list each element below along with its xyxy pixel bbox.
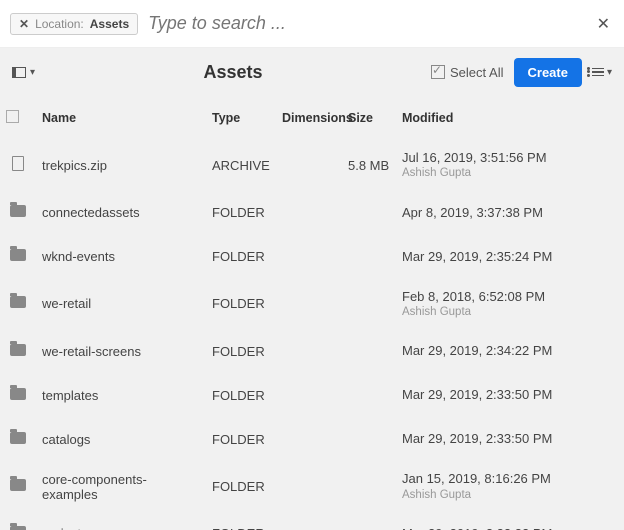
row-dimensions (276, 461, 342, 512)
table-row[interactable]: we-retail-screensFOLDER Mar 29, 2019, 2:3… (0, 329, 624, 373)
row-modified: Mar 29, 2019, 2:33:50 PM (396, 417, 624, 461)
row-size (342, 512, 396, 530)
row-name: trekpics.zip (36, 140, 206, 191)
folder-icon (10, 388, 26, 400)
table-row[interactable]: projectsFOLDER Mar 29, 2019, 2:32:32 PM (0, 512, 624, 530)
row-name: projects (36, 512, 206, 530)
table-header-row: Name Type Dimensions Size Modified (0, 96, 624, 140)
table-row[interactable]: connectedassetsFOLDER Apr 8, 2019, 3:37:3… (0, 191, 624, 235)
chevron-down-icon: ▾ (607, 67, 612, 78)
table-row[interactable]: we-retailFOLDER Feb 8, 2018, 6:52:08 PMAs… (0, 279, 624, 330)
row-dimensions (276, 373, 342, 417)
row-size (342, 235, 396, 279)
row-size: 5.8 MB (342, 140, 396, 191)
row-modified: Mar 29, 2019, 2:34:22 PM (396, 329, 624, 373)
col-name[interactable]: Name (36, 96, 206, 140)
row-type: FOLDER (206, 417, 276, 461)
row-modified: Jul 16, 2019, 3:51:56 PMAshish Gupta (396, 140, 624, 191)
checkbox-icon (431, 65, 445, 79)
location-clear-icon[interactable]: ✕ (19, 17, 29, 31)
row-type: FOLDER (206, 279, 276, 330)
row-modified: Jan 15, 2019, 8:16:26 PMAshish Gupta (396, 461, 624, 512)
row-size (342, 329, 396, 373)
col-type[interactable]: Type (206, 96, 276, 140)
row-type: FOLDER (206, 191, 276, 235)
row-name: connectedassets (36, 191, 206, 235)
row-type: FOLDER (206, 512, 276, 530)
folder-icon (10, 296, 26, 308)
row-dimensions (276, 279, 342, 330)
row-dimensions (276, 329, 342, 373)
row-modified: Mar 29, 2019, 2:35:24 PM (396, 235, 624, 279)
folder-icon (10, 205, 26, 217)
view-switcher-button[interactable]: ▾ (592, 67, 612, 78)
col-mod[interactable]: Modified (396, 96, 624, 140)
select-all-checkbox[interactable]: Select All (431, 65, 503, 80)
select-all-label: Select All (450, 65, 503, 80)
table-row[interactable]: wknd-eventsFOLDER Mar 29, 2019, 2:35:24 P… (0, 235, 624, 279)
table-row[interactable]: trekpics.zipARCHIVE 5.8 MBJul 16, 2019, 3… (0, 140, 624, 191)
row-name: we-retail-screens (36, 329, 206, 373)
toolbar: ▾ Assets Select All Create ▾ (0, 48, 624, 96)
chevron-down-icon: ▾ (30, 67, 35, 78)
row-size (342, 417, 396, 461)
file-icon (12, 156, 24, 171)
row-size (342, 461, 396, 512)
row-dimensions (276, 417, 342, 461)
folder-icon (10, 249, 26, 261)
row-size (342, 373, 396, 417)
row-type: FOLDER (206, 373, 276, 417)
row-name: we-retail (36, 279, 206, 330)
row-modified: Mar 29, 2019, 2:33:50 PM (396, 373, 624, 417)
asset-table: Name Type Dimensions Size Modified trekp… (0, 96, 624, 530)
row-type: FOLDER (206, 329, 276, 373)
row-type: FOLDER (206, 461, 276, 512)
folder-icon (10, 479, 26, 491)
row-name: templates (36, 373, 206, 417)
row-dimensions (276, 140, 342, 191)
search-input[interactable] (148, 13, 582, 34)
row-size (342, 191, 396, 235)
search-bar: ✕ Location: Assets ✕ (0, 0, 624, 48)
create-button[interactable]: Create (514, 58, 582, 87)
page-title: Assets (204, 62, 263, 83)
row-modified: Apr 8, 2019, 3:37:38 PM (396, 191, 624, 235)
location-value: Assets (90, 17, 129, 31)
rail-icon (12, 67, 26, 78)
col-size[interactable]: Size (342, 96, 396, 140)
row-type: FOLDER (206, 235, 276, 279)
row-dimensions (276, 235, 342, 279)
row-size (342, 279, 396, 330)
row-name: catalogs (36, 417, 206, 461)
location-chip[interactable]: ✕ Location: Assets (10, 13, 138, 35)
close-icon[interactable]: ✕ (593, 10, 614, 38)
row-name: core-components-examples (36, 461, 206, 512)
list-view-icon (592, 68, 604, 77)
row-dimensions (276, 191, 342, 235)
folder-icon (10, 344, 26, 356)
row-modified: Mar 29, 2019, 2:32:32 PM (396, 512, 624, 530)
folder-icon (10, 432, 26, 444)
row-dimensions (276, 512, 342, 530)
asset-list: Name Type Dimensions Size Modified trekp… (0, 96, 624, 530)
row-type: ARCHIVE (206, 140, 276, 191)
row-modified: Feb 8, 2018, 6:52:08 PMAshish Gupta (396, 279, 624, 330)
header-checkbox[interactable] (6, 110, 19, 123)
row-name: wknd-events (36, 235, 206, 279)
table-row[interactable]: core-components-examplesFOLDER Jan 15, 20… (0, 461, 624, 512)
table-row[interactable]: templatesFOLDER Mar 29, 2019, 2:33:50 PM (0, 373, 624, 417)
col-dims[interactable]: Dimensions (276, 96, 342, 140)
rail-toggle-button[interactable]: ▾ (12, 67, 35, 78)
location-label: Location: (35, 17, 84, 31)
table-row[interactable]: catalogsFOLDER Mar 29, 2019, 2:33:50 PM (0, 417, 624, 461)
folder-icon (10, 526, 26, 530)
